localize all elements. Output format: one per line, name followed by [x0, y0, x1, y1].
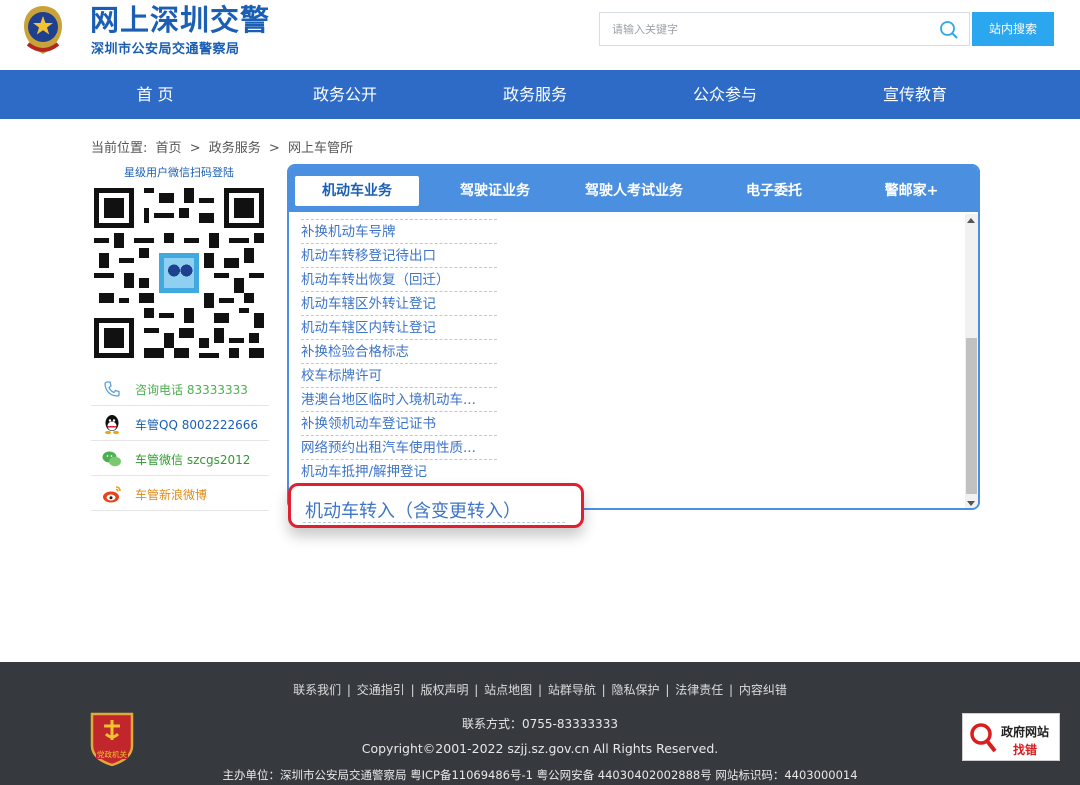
nav-item-public-participation[interactable]: 公众参与	[650, 70, 800, 119]
qq-icon	[105, 415, 119, 435]
breadcrumb-separator: >	[268, 141, 280, 156]
contact-qq[interactable]: 车管QQ 8002222666	[91, 406, 269, 441]
nav-item-government-affairs[interactable]: 政务公开	[270, 70, 420, 119]
contact-weibo[interactable]: 车管新浪微博	[91, 476, 269, 511]
contact-wechat-text: 车管微信 szcgs2012	[135, 453, 251, 467]
search-button[interactable]: 站内搜索	[972, 12, 1054, 46]
highlighted-service-label[interactable]: 机动车转入（含变更转入）	[305, 497, 521, 523]
footer-links: 联系我们 | 交通指引 | 版权声明 | 站点地图 | 站群导航 | 隐私保护 …	[291, 683, 789, 697]
list-item[interactable]: 港澳台地区临时入境机动车...	[301, 388, 497, 412]
list-item[interactable]: 补换领机动车登记证书	[301, 412, 497, 436]
list-item[interactable]: 网络预约出租汽车使用性质...	[301, 436, 497, 460]
gov-badge-line1: 政府网站	[1001, 725, 1050, 739]
search-input[interactable]	[612, 13, 932, 45]
site-header: 网上深圳交警 深圳市公安局交通警察局 站内搜索	[0, 0, 1080, 70]
main-nav: 首 页 政务公开 政务服务 公众参与 宣传教育	[0, 70, 1080, 119]
breadcrumb-current: 网上车管所	[287, 141, 353, 156]
party-government-badge-icon[interactable]: 党政机关	[88, 710, 136, 766]
contact-qq-text: 车管QQ 8002222666	[135, 418, 259, 432]
gov-badge-line2: 找错	[1013, 743, 1038, 757]
list-item[interactable]: 补换机动车号牌	[301, 220, 497, 244]
breadcrumb-prefix: 当前位置:	[91, 141, 148, 156]
divider	[303, 522, 565, 523]
tab-post-home[interactable]: 警邮家+	[854, 176, 969, 206]
search-icon[interactable]	[939, 20, 959, 40]
list-item-clipped	[301, 212, 497, 220]
scroll-down-icon[interactable]	[967, 501, 975, 506]
weibo-icon	[103, 486, 121, 503]
nav-item-home[interactable]: 首 页	[80, 70, 230, 119]
left-sidebar: 星级用户微信扫码登陆 咨询电话 83333333 车管QQ 8002222666…	[91, 164, 269, 511]
contact-wechat[interactable]: 车管微信 szcgs2012	[91, 441, 269, 476]
tab-electronic-entrustment[interactable]: 电子委托	[719, 176, 829, 206]
service-list-scrollbar[interactable]	[965, 214, 978, 508]
list-item[interactable]: 机动车辖区内转让登记	[301, 316, 497, 340]
breadcrumb: 当前位置: 首页 > 政务服务 > 网上车管所	[91, 137, 357, 156]
police-emblem-icon	[24, 6, 62, 54]
list-item[interactable]: 机动车抵押/解押登记	[301, 460, 497, 484]
phone-icon	[104, 381, 120, 397]
party-badge-label: 党政机关	[97, 749, 127, 759]
contact-phone[interactable]: 咨询电话 83333333	[91, 371, 269, 406]
nav-item-government-services[interactable]: 政务服务	[460, 70, 610, 119]
breadcrumb-services[interactable]: 政务服务	[209, 141, 261, 156]
footer-host: 主办单位：深圳市公安局交通警察局 粤ICP备11069486号-1 粤公网安备 …	[222, 768, 858, 782]
wechat-icon	[102, 451, 121, 467]
footer-contact: 联系方式：0755-83333333	[462, 717, 618, 731]
magnifier-icon	[970, 723, 997, 753]
gov-site-error-badge[interactable]: 政府网站 找错	[962, 713, 1060, 761]
list-item[interactable]: 机动车辖区外转让登记	[301, 292, 497, 316]
list-item[interactable]: 机动车转出恢复（回迁）	[301, 268, 497, 292]
footer-link-legal[interactable]: 法律责任	[673, 683, 725, 697]
contact-phone-text: 咨询电话 83333333	[135, 383, 248, 397]
list-item[interactable]: 机动车转移登记待出口	[301, 244, 497, 268]
contact-list: 咨询电话 83333333 车管QQ 8002222666 车管微信 szcgs…	[91, 371, 269, 511]
service-list: 补换机动车号牌 机动车转移登记待出口 机动车转出恢复（回迁） 机动车辖区外转让登…	[301, 212, 501, 484]
highlighted-service-item[interactable]: 机动车转入（含变更转入）	[288, 483, 584, 528]
service-tabs: 机动车业务 驾驶证业务 驾驶人考试业务 电子委托 警邮家+	[289, 166, 978, 212]
footer-link-copyright[interactable]: 版权声明	[418, 683, 470, 697]
site-subtitle: 深圳市公安局交通警察局	[91, 42, 240, 57]
contact-weibo-text: 车管新浪微博	[135, 488, 208, 502]
footer-copyright: Copyright©2001-2022 szjj.sz.gov.cn All R…	[361, 741, 719, 756]
footer-link-correction[interactable]: 内容纠错	[737, 683, 789, 697]
nav-item-education[interactable]: 宣传教育	[840, 70, 990, 119]
footer-link-contact[interactable]: 联系我们	[291, 683, 343, 697]
site-footer: 联系我们 | 交通指引 | 版权声明 | 站点地图 | 站群导航 | 隐私保护 …	[0, 662, 1080, 785]
qr-title: 星级用户微信扫码登陆	[124, 166, 234, 179]
tab-license-business[interactable]: 驾驶证业务	[439, 176, 551, 206]
search-box	[599, 12, 970, 46]
scroll-thumb[interactable]	[966, 338, 977, 494]
breadcrumb-home[interactable]: 首页	[156, 141, 182, 156]
tab-vehicle-business[interactable]: 机动车业务	[295, 176, 419, 206]
footer-link-privacy[interactable]: 隐私保护	[610, 683, 662, 697]
site-title[interactable]: 网上深圳交警	[90, 4, 270, 36]
scroll-up-icon[interactable]	[967, 218, 975, 223]
tab-driver-exam-business[interactable]: 驾驶人考试业务	[569, 176, 699, 206]
service-panel: 机动车业务 驾驶证业务 驾驶人考试业务 电子委托 警邮家+ 补换机动车号牌 机动…	[287, 164, 980, 510]
footer-link-site-group[interactable]: 站群导航	[546, 683, 598, 697]
list-item[interactable]: 补换检验合格标志	[301, 340, 497, 364]
footer-link-traffic-guide[interactable]: 交通指引	[355, 683, 407, 697]
wechat-qr-code[interactable]	[94, 188, 264, 358]
footer-link-sitemap[interactable]: 站点地图	[482, 683, 534, 697]
breadcrumb-separator: >	[189, 141, 201, 156]
list-item[interactable]: 校车标牌许可	[301, 364, 497, 388]
